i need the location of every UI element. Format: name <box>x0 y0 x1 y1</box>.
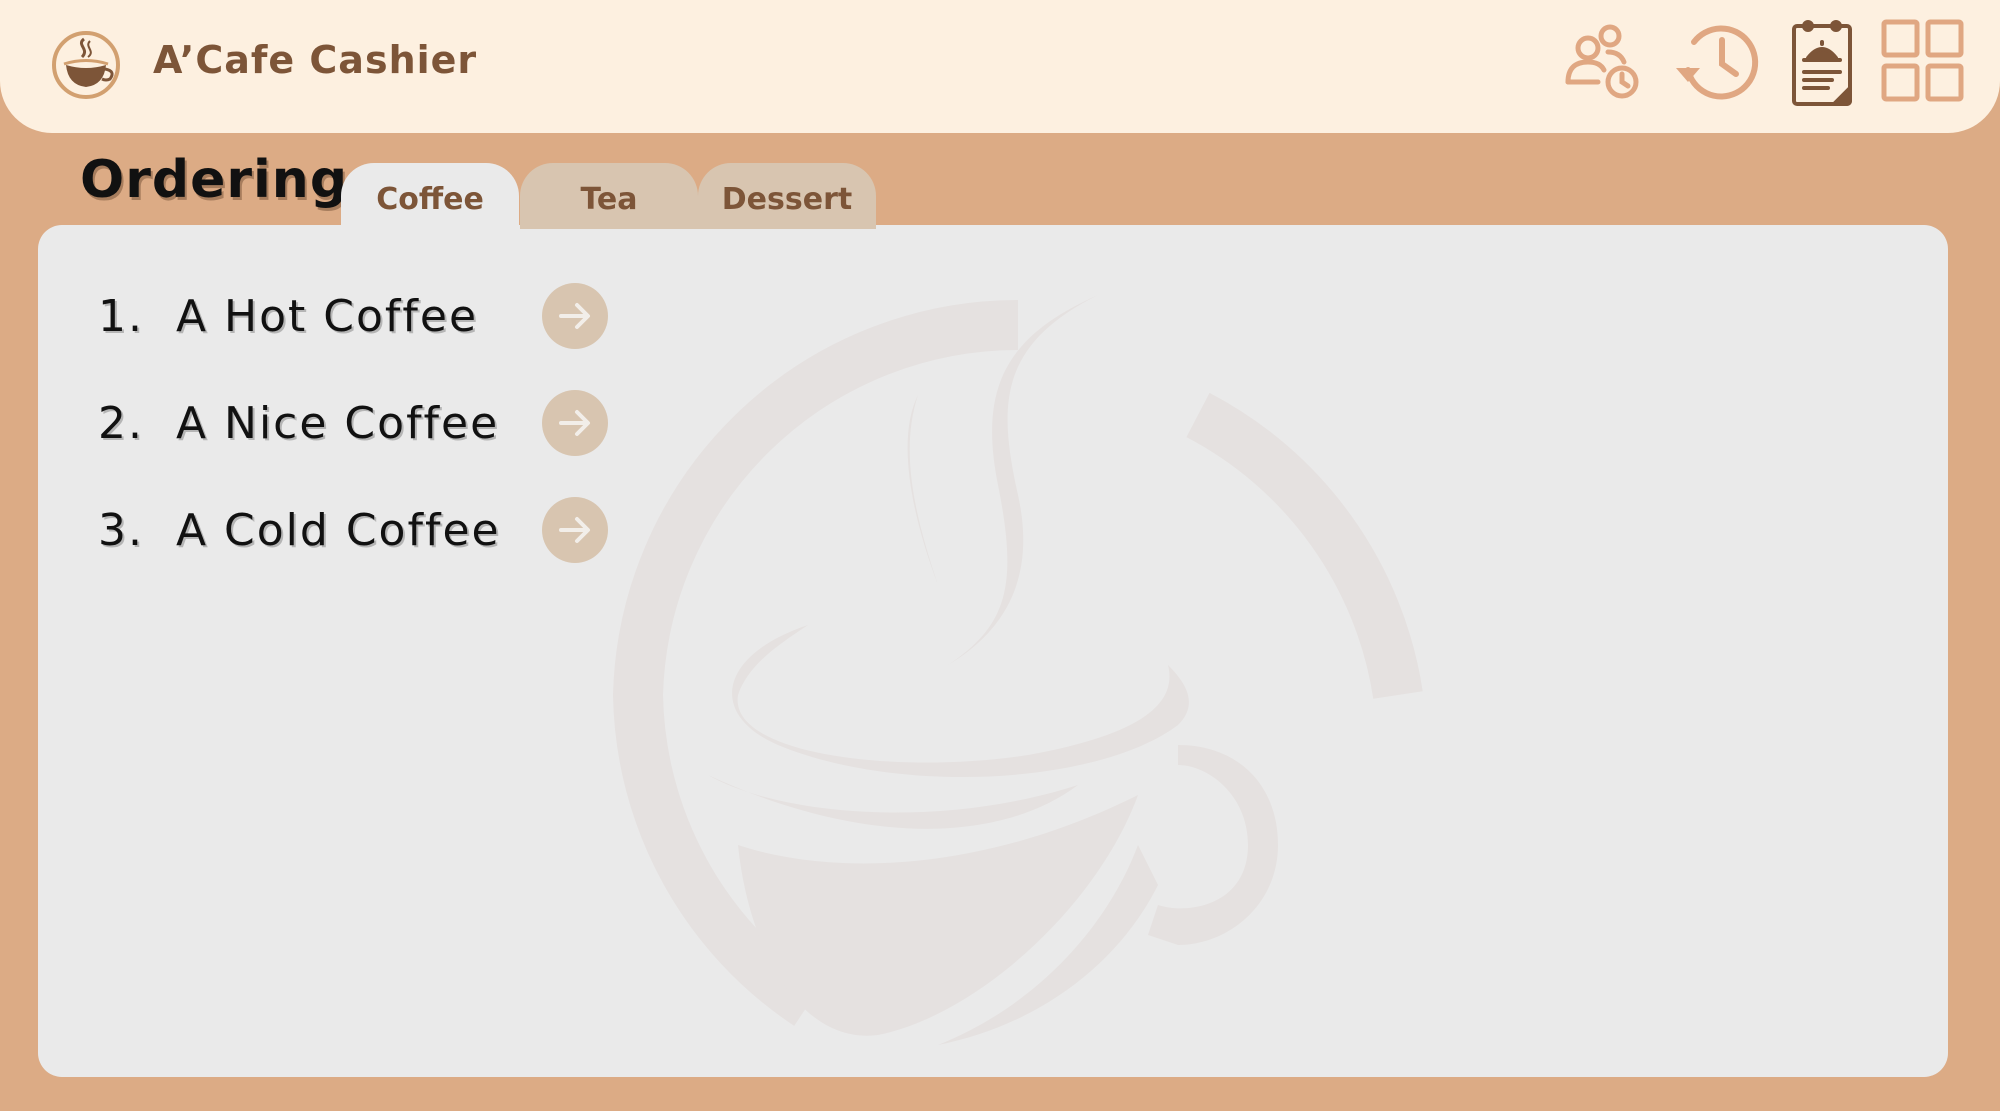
menu-item: 1. A Hot Coffee <box>98 283 608 349</box>
add-item-button[interactable] <box>542 390 608 456</box>
menu-item: 2. A Nice Coffee <box>98 390 608 456</box>
add-item-button[interactable] <box>542 497 608 563</box>
app-title: A’Cafe Cashier <box>153 38 478 82</box>
tab-dessert[interactable]: Dessert <box>698 163 876 229</box>
menu-panel: 1. A Hot Coffee 2. A Nice Coffee 3. A Co… <box>38 225 1948 1077</box>
tab-tea[interactable]: Tea <box>520 163 698 229</box>
orders-clipboard-icon[interactable] <box>1788 18 1858 112</box>
coffee-watermark-icon <box>578 285 1458 1077</box>
arrow-right-icon <box>559 517 590 543</box>
menu-item-label: 2. A Nice Coffee <box>98 397 500 449</box>
add-item-button[interactable] <box>542 283 608 349</box>
staff-schedule-icon[interactable] <box>1558 18 1646 110</box>
arrow-right-icon <box>559 410 590 436</box>
page-title: Ordering <box>80 150 349 210</box>
menu-item: 3. A Cold Coffee <box>98 497 608 563</box>
arrow-right-icon <box>559 303 590 329</box>
grid-menu-icon[interactable] <box>1880 18 1966 108</box>
menu-item-label: 1. A Hot Coffee <box>98 290 479 342</box>
coffee-logo-icon <box>50 29 122 101</box>
tab-coffee[interactable]: Coffee <box>341 163 519 229</box>
app-header: A’Cafe Cashier <box>0 0 2000 133</box>
menu-item-label: 3. A Cold Coffee <box>98 504 501 556</box>
history-icon[interactable] <box>1672 18 1760 110</box>
